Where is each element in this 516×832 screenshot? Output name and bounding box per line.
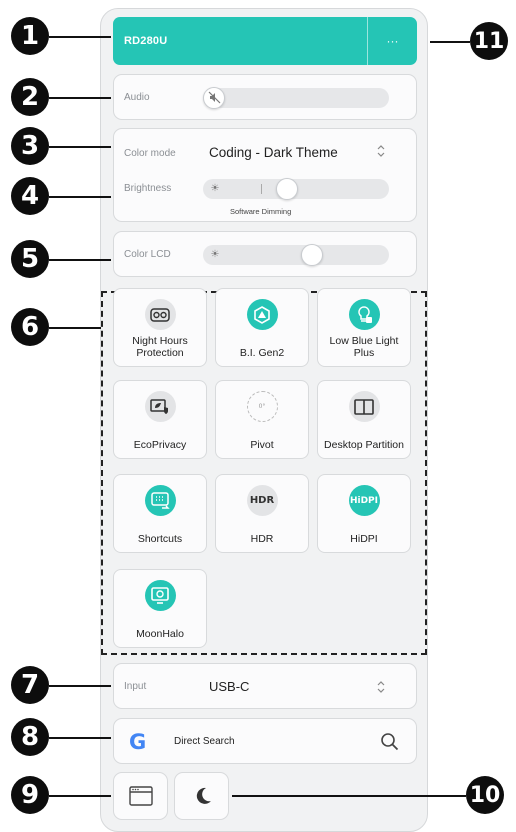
callout-5: 5 <box>11 240 49 278</box>
callout-9: 9 <box>11 776 49 814</box>
color-lcd-slider-thumb[interactable] <box>301 244 323 266</box>
feature-tile-desktop-partition[interactable]: Desktop Partition <box>317 380 411 459</box>
search-card[interactable]: G Direct Search <box>113 718 417 764</box>
feature-label: HDR <box>250 533 274 545</box>
feature-tile-shortcuts[interactable]: Shortcuts <box>113 474 207 553</box>
input-chevron-icon[interactable] <box>376 679 386 700</box>
feature-tile-ecoprivacy[interactable]: EcoPrivacy <box>113 380 207 459</box>
callout-2: 2 <box>11 78 49 116</box>
feature-tile-night-hours-protection[interactable]: Night Hours Protection <box>113 288 207 367</box>
callout-6: 6 <box>11 308 49 346</box>
color-mode-card: Color mode Coding - Dark Theme Brightnes… <box>113 128 417 222</box>
callout-4: 4 <box>11 177 49 215</box>
callout-6-line <box>49 327 101 329</box>
input-card: Input USB-C <box>113 663 417 709</box>
hidpi-icon-text: HiDPI <box>349 495 379 506</box>
device-header: RD280U ··· <box>113 17 417 65</box>
bulb-icon <box>348 299 380 330</box>
eco-privacy-icon <box>144 391 176 422</box>
hdr-icon-text: HDR <box>249 495 275 506</box>
color-mode-select[interactable]: Coding - Dark Theme <box>209 145 338 160</box>
audio-card: Audio <box>113 74 417 120</box>
hdr-icon: HDR <box>246 485 278 516</box>
callout-7: 7 <box>11 666 49 704</box>
owl-icon <box>144 299 176 330</box>
partition-icon <box>348 391 380 422</box>
color-mode-label: Color mode <box>124 148 176 159</box>
moonhalo-icon <box>144 580 176 611</box>
window-icon <box>129 786 153 811</box>
feature-label: HiDPI <box>350 533 378 545</box>
callout-10-line <box>232 795 466 797</box>
feature-label: B.I. Gen2 <box>239 347 285 359</box>
feature-tile-bi-gen2[interactable]: B.I. Gen2 <box>215 288 309 367</box>
input-label: Input <box>124 681 147 692</box>
feature-tile-moonhalo[interactable]: MoonHalo <box>113 569 207 648</box>
search-icon[interactable] <box>380 732 400 757</box>
feature-tile-low-blue-light-plus[interactable]: Low Blue Light Plus <box>317 288 411 367</box>
keyboard-icon <box>144 485 176 516</box>
callout-11-line <box>430 41 470 43</box>
callout-4-line <box>49 196 111 198</box>
speaker-muted-icon <box>208 91 221 109</box>
moon-icon <box>193 786 213 811</box>
feature-label: MoonHalo <box>136 628 184 640</box>
brightness-divider <box>261 184 262 194</box>
feature-label: Low Blue Light Plus <box>329 335 399 359</box>
device-name: RD280U <box>124 35 168 47</box>
callout-8-line <box>49 737 111 739</box>
brightness-label: Brightness <box>124 183 172 194</box>
input-select[interactable]: USB-C <box>209 679 249 694</box>
color-lcd-card: Color LCD ☀ <box>113 231 417 277</box>
feature-tile-hidpi[interactable]: HiDPI HiDPI <box>317 474 411 553</box>
feature-label: Shortcuts <box>137 533 183 545</box>
callout-3-line <box>49 146 111 148</box>
callout-10: 10 <box>466 776 504 814</box>
color-lcd-slider[interactable]: ☀ <box>203 244 389 266</box>
audio-label: Audio <box>124 92 150 103</box>
callout-1: 1 <box>11 17 49 55</box>
callout-8: 8 <box>11 718 49 756</box>
software-dimming-label: Software Dimming <box>230 207 292 216</box>
feature-label: Desktop Partition <box>324 439 404 451</box>
color-lcd-label: Color LCD <box>124 249 171 260</box>
feature-label: Night Hours Protection <box>132 335 188 359</box>
callout-2-line <box>49 97 111 99</box>
brightness-slider[interactable]: ☀ <box>203 178 389 200</box>
feature-tile-pivot[interactable]: 0° Pivot <box>215 380 309 459</box>
google-icon: G <box>129 730 147 754</box>
callout-5-line <box>49 259 111 261</box>
pivot-icon-text: 0° <box>258 403 266 410</box>
callout-1-line <box>49 36 111 38</box>
sun-icon: ☀ <box>210 249 220 260</box>
callout-9-line <box>49 795 111 797</box>
feature-label: Pivot <box>250 439 274 451</box>
night-mode-button[interactable] <box>174 772 229 820</box>
more-options-button[interactable]: ··· <box>367 17 417 65</box>
direct-search-label: Direct Search <box>174 736 235 747</box>
feature-label: EcoPrivacy <box>133 439 187 451</box>
callout-7-line <box>49 685 111 687</box>
window-manager-button[interactable] <box>113 772 168 820</box>
color-mode-chevron-icon[interactable] <box>376 143 386 164</box>
brightness-slider-thumb[interactable] <box>276 178 298 200</box>
hidpi-icon: HiDPI <box>348 485 380 516</box>
callout-11: 11 <box>470 22 508 60</box>
audio-slider[interactable] <box>203 87 389 109</box>
pivot-icon: 0° <box>246 391 278 422</box>
callout-3: 3 <box>11 127 49 165</box>
feature-tile-hdr[interactable]: HDR HDR <box>215 474 309 553</box>
bi-triangle-icon <box>246 299 278 330</box>
sun-icon: ☀ <box>210 183 220 194</box>
